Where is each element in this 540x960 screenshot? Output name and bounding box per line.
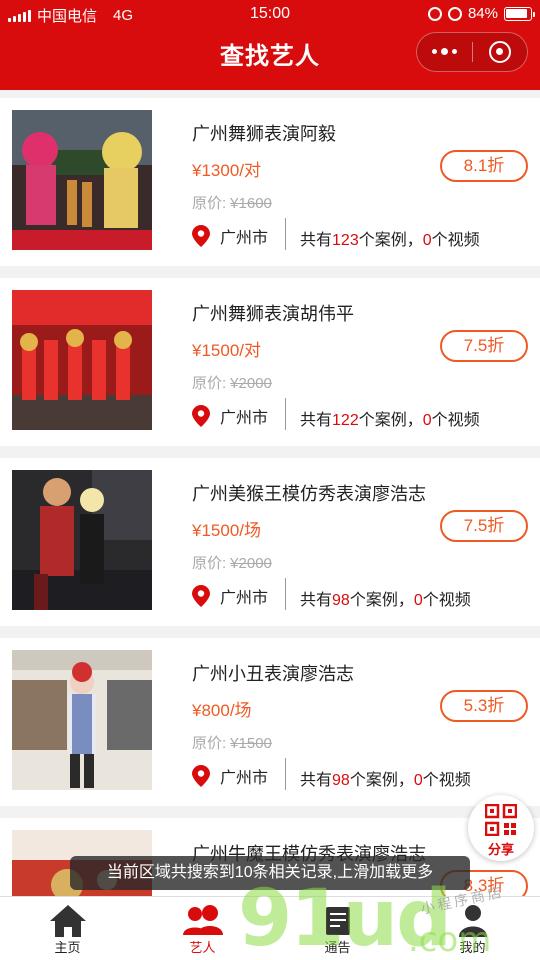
video-count: 0	[413, 772, 423, 789]
original-price-row: 原价: ¥2000	[192, 372, 272, 393]
video-count: 0	[413, 592, 423, 609]
watermark-domain: .com	[408, 920, 492, 960]
location: 广州市	[192, 584, 268, 608]
artist-price: ¥1500/对	[192, 341, 261, 360]
app-header: 中国电信 4G 15:00 84% 查找艺人	[0, 0, 540, 90]
discount-badge: 7.5折	[440, 330, 528, 362]
tab-home[interactable]: 主页	[0, 897, 135, 960]
original-price-row: 原价: ¥1500	[192, 732, 272, 753]
artist-name: 广州舞狮表演胡伟平	[192, 304, 354, 324]
share-button[interactable]: 分享	[468, 795, 534, 861]
original-price: ¥2000	[230, 555, 272, 572]
artist-photo	[12, 650, 152, 790]
divider	[285, 758, 286, 790]
users-icon	[182, 905, 223, 935]
case-count: 98	[332, 772, 350, 789]
miniprogram-capsule	[416, 32, 528, 72]
share-label: 分享	[487, 842, 514, 857]
close-miniprogram-icon[interactable]	[472, 41, 527, 63]
location-pin-icon	[192, 225, 210, 247]
case-video-stats: 共有98个案例，0个视频	[300, 772, 471, 789]
discount-badge: 8.1折	[440, 150, 528, 182]
video-count: 0	[422, 232, 432, 249]
city-label: 广州市	[220, 590, 269, 607]
location-pin-icon	[192, 765, 210, 787]
location: 广州市	[192, 404, 268, 428]
location: 广州市	[192, 224, 268, 248]
artist-card[interactable]: 广州舞狮表演胡伟平 ¥1500/对 原价: ¥2000 7.5折 广州市 共有12…	[0, 278, 540, 446]
artist-card[interactable]: 广州舞狮表演阿毅 ¥1300/对 原价: ¥1600 8.1折 广州市 共有123…	[0, 98, 540, 266]
more-menu-icon[interactable]	[417, 48, 472, 55]
artist-name: 广州小丑表演廖浩志	[192, 664, 354, 684]
original-price-row: 原价: ¥1600	[192, 192, 272, 213]
location: 广州市	[192, 764, 268, 788]
divider	[285, 218, 286, 250]
artist-photo	[12, 470, 152, 610]
case-video-stats: 共有122个案例，0个视频	[300, 412, 480, 429]
alarm-icon	[447, 6, 462, 21]
divider	[285, 398, 286, 430]
original-price: ¥1500	[230, 735, 272, 752]
city-label: 广州市	[220, 410, 269, 427]
artist-photo	[12, 110, 152, 250]
original-price-label: 原价:	[192, 555, 227, 572]
case-video-stats: 共有98个案例，0个视频	[300, 592, 471, 609]
artist-price: ¥1300/对	[192, 161, 261, 180]
city-label: 广州市	[220, 230, 269, 247]
city-label: 广州市	[220, 770, 269, 787]
artist-name: 广州美猴王模仿秀表演廖浩志	[192, 484, 426, 504]
home-icon	[49, 905, 86, 937]
artist-price: ¥1500/场	[192, 521, 261, 540]
artist-card[interactable]: 广州小丑表演廖浩志 ¥800/场 原价: ¥1500 5.3折 广州市 共有98个…	[0, 638, 540, 806]
original-price-label: 原价:	[192, 375, 227, 392]
case-count: 98	[332, 592, 350, 609]
battery-icon	[504, 6, 535, 21]
case-video-stats: 共有123个案例，0个视频	[300, 232, 480, 249]
original-price: ¥1600	[230, 195, 272, 212]
artist-photo	[12, 290, 152, 430]
battery-percent: 84%	[467, 5, 498, 22]
artist-card[interactable]: 广州美猴王模仿秀表演廖浩志 ¥1500/场 原价: ¥2000 7.5折 广州市 …	[0, 458, 540, 626]
artist-price: ¥800/场	[192, 701, 252, 720]
qr-code-icon	[484, 803, 518, 837]
divider	[285, 578, 286, 610]
original-price: ¥2000	[230, 375, 272, 392]
discount-badge: 5.3折	[440, 690, 528, 722]
discount-badge: 7.5折	[440, 510, 528, 542]
case-count: 122	[332, 412, 359, 429]
original-price-label: 原价:	[192, 735, 227, 752]
original-price-label: 原价:	[192, 195, 227, 212]
artist-name: 广州舞狮表演阿毅	[192, 124, 336, 144]
tab-label: 主页	[54, 940, 81, 955]
location-pin-icon	[192, 585, 210, 607]
location-pin-icon	[192, 405, 210, 427]
case-count: 123	[332, 232, 359, 249]
rotation-lock-icon	[427, 6, 442, 21]
status-bar: 中国电信 4G 15:00 84%	[0, 0, 540, 28]
original-price-row: 原价: ¥2000	[192, 552, 272, 573]
video-count: 0	[422, 412, 432, 429]
